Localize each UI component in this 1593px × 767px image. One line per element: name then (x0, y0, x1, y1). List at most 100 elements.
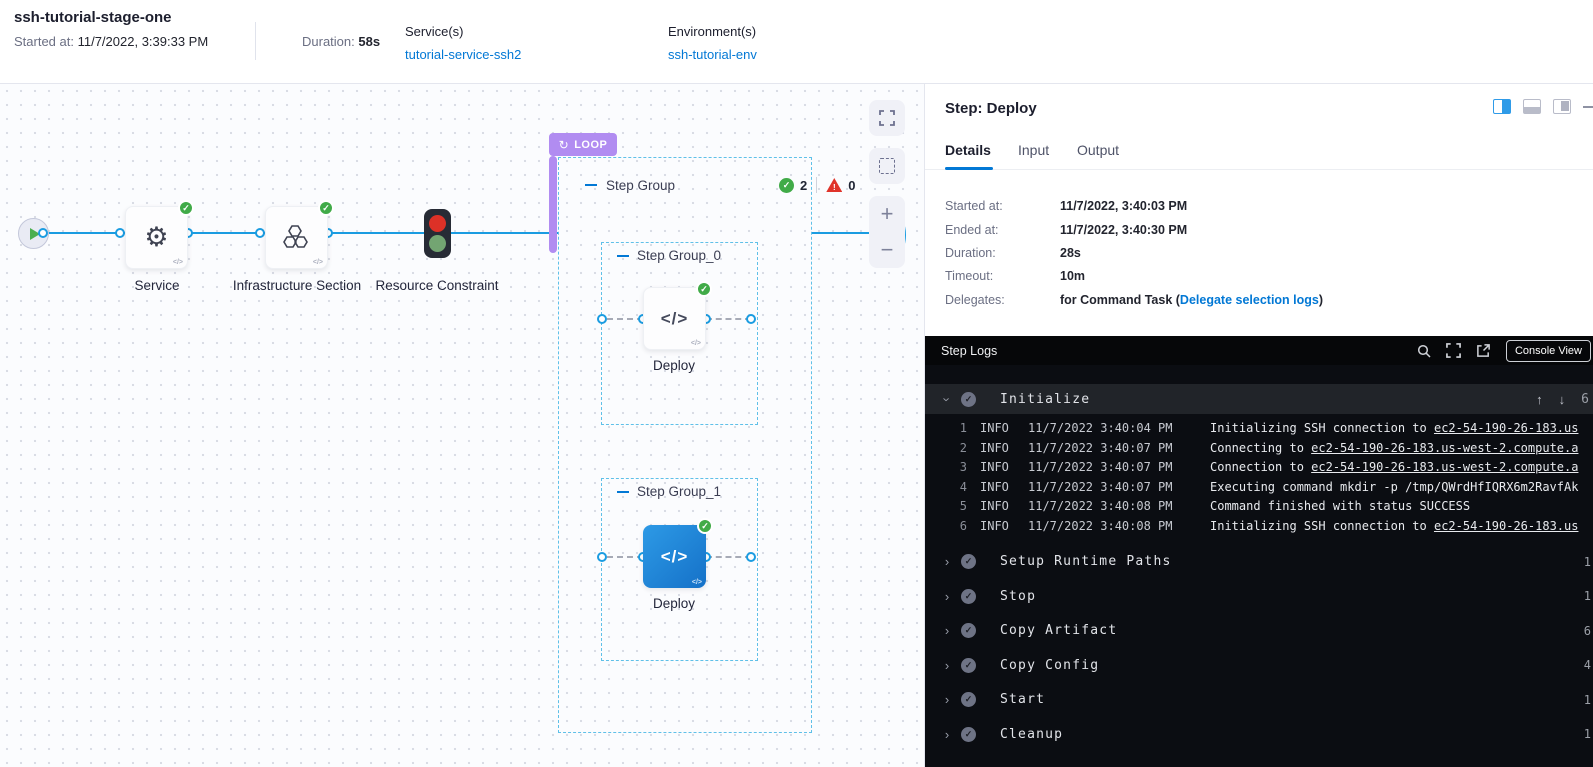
detail-value: 28s (1060, 246, 1580, 260)
loop-icon: ↻ (559, 138, 570, 152)
delegates-pre: for Command Task ( (1060, 293, 1180, 307)
section-name: Cleanup (1000, 727, 1063, 742)
node-resource-constraint[interactable] (424, 209, 451, 258)
node-label-deploy-1: Deploy (609, 594, 739, 613)
open-external-icon[interactable] (1476, 343, 1492, 359)
section-count: 1 (1584, 693, 1591, 707)
line-message: Connection to ec2-54-190-26-183.us-west-… (1210, 460, 1578, 474)
line-message: Executing command mkdir -p /tmp/QWrdHfIQ… (1210, 480, 1578, 494)
log-line: 5 INFO 11/7/2022 3:40:08 PM Command fini… (925, 499, 1593, 519)
line-link[interactable]: ec2-54-190-26-183.us (1434, 421, 1579, 435)
layout-split-right-icon[interactable] (1493, 99, 1511, 114)
environments-label: Environment(s) (668, 24, 757, 39)
marquee-select-button[interactable] (869, 148, 905, 184)
line-link[interactable]: ec2-54-190-26-183.us-west-2.compute.a (1311, 441, 1578, 455)
section-success-icon: ✓ (961, 727, 976, 742)
traffic-red-icon (429, 215, 446, 232)
detail-value: 11/7/2022, 3:40:30 PM (1060, 223, 1580, 237)
step-details-panel: Step: Deploy Details Input Output Starte… (925, 84, 1593, 767)
node-label-resource: Resource Constraint (372, 276, 502, 295)
log-section-start[interactable]: › ✓ Start 1 (925, 683, 1593, 718)
node-service[interactable]: ⚙ </> ✓ (125, 206, 188, 269)
layout-bottom-icon[interactable] (1523, 99, 1541, 114)
console-view-button[interactable]: Console View (1506, 340, 1591, 362)
collapse-icon[interactable] (617, 491, 629, 493)
gear-icon: ⚙ (144, 224, 168, 251)
chevron-right-icon: › (941, 692, 953, 707)
line-time: 11/7/2022 3:40:08 PM (1028, 499, 1173, 513)
tab-output[interactable]: Output (1077, 142, 1119, 158)
scroll-top-icon[interactable]: ↑ (1536, 392, 1543, 407)
collapse-icon[interactable] (585, 184, 597, 186)
code-icon: </> (661, 309, 689, 329)
log-line: 1 INFO 11/7/2022 3:40:04 PM Initializing… (925, 421, 1593, 441)
tab-input[interactable]: Input (1018, 142, 1049, 158)
chevron-right-icon: › (941, 658, 953, 673)
fit-to-screen-button[interactable] (869, 100, 905, 136)
pipeline-canvas[interactable]: ⚙ </> ✓ Service </> ✓ Infrastructure Sec… (0, 84, 925, 767)
line-message: Initializing SSH connection to ec2-54-19… (1210, 421, 1578, 435)
node-label-infrastructure: Infrastructure Section (232, 276, 362, 295)
node-label-service: Service (92, 276, 222, 295)
step-logs-toolbar: Step Logs Console View (925, 336, 1593, 365)
node-deploy-0[interactable]: </> </> ✓ (643, 287, 706, 350)
port (597, 314, 607, 324)
section-name: Copy Config (1000, 658, 1099, 673)
tab-details[interactable]: Details (945, 142, 991, 158)
section-name: Stop (1000, 589, 1036, 604)
log-section-cleanup[interactable]: › ✓ Cleanup 1 (925, 717, 1593, 752)
line-link[interactable]: ec2-54-190-26-183.us (1434, 519, 1579, 533)
step-group-0-header: Step Group_0 (617, 248, 721, 263)
line-link[interactable]: ec2-54-190-26-183.us-west-2.compute.a (1311, 460, 1578, 474)
line-level: INFO (980, 460, 1009, 474)
success-count-icon: ✓ (779, 178, 794, 193)
panel-layout-controls (1493, 99, 1593, 114)
detail-label: Duration: (945, 246, 1055, 260)
stage-title: ssh-tutorial-stage-one (14, 9, 172, 26)
zoom-controls: + − (869, 196, 905, 268)
log-section-stop[interactable]: › ✓ Stop 1 (925, 579, 1593, 614)
step-group-0-label: Step Group_0 (637, 248, 721, 263)
log-section-copy-artifact[interactable]: › ✓ Copy Artifact 6 (925, 614, 1593, 649)
step-group-label: Step Group (606, 178, 675, 193)
duration-label: Duration: (302, 34, 355, 49)
scroll-bottom-icon[interactable]: ↓ (1559, 392, 1566, 407)
chevron-right-icon: › (941, 727, 953, 742)
detail-label: Started at: (945, 199, 1055, 213)
line-time: 11/7/2022 3:40:07 PM (1028, 460, 1173, 474)
log-section-setup-runtime-paths[interactable]: › ✓ Setup Runtime Paths 1 (925, 545, 1593, 580)
layout-right-icon[interactable] (1553, 99, 1571, 114)
environment-link[interactable]: ssh-tutorial-env (668, 47, 757, 62)
port (38, 228, 48, 238)
node-infrastructure[interactable]: </> ✓ (265, 206, 328, 269)
section-name: Start (1000, 692, 1045, 707)
collapsed-log-sections: › ✓ Setup Runtime Paths 1 › ✓ Stop 1 › ✓… (925, 545, 1593, 752)
section-count: 4 (1584, 658, 1591, 672)
expand-logs-icon[interactable] (1446, 343, 1462, 359)
line-number: 3 (941, 460, 967, 474)
search-icon[interactable] (1416, 343, 1432, 359)
log-line: 3 INFO 11/7/2022 3:40:07 PM Connection t… (925, 460, 1593, 480)
chevron-right-icon: › (941, 623, 953, 638)
minimize-icon[interactable] (1583, 106, 1593, 108)
loop-label: LOOP (574, 139, 607, 151)
log-section-copy-config[interactable]: › ✓ Copy Config 4 (925, 648, 1593, 683)
dashed-edge (706, 556, 751, 558)
node-deploy-1-selected[interactable]: </> </> ✓ (643, 525, 706, 588)
service-link[interactable]: tutorial-service-ssh2 (405, 47, 521, 62)
delegate-selection-logs-link[interactable]: Delegate selection logs (1180, 293, 1319, 307)
started-label: Started at: (14, 34, 74, 49)
zoom-out-button[interactable]: − (881, 239, 894, 261)
port (255, 228, 265, 238)
line-time: 11/7/2022 3:40:08 PM (1028, 519, 1173, 533)
step-logs-tools: Console View (1416, 340, 1591, 362)
port (746, 552, 756, 562)
collapse-icon[interactable] (617, 255, 629, 257)
step-group-1-label: Step Group_1 (637, 484, 721, 499)
zoom-in-button[interactable]: + (881, 203, 894, 225)
code-mini-icon: </> (313, 259, 323, 266)
loop-badge: ↻ LOOP (549, 133, 617, 156)
section-success-icon: ✓ (961, 658, 976, 673)
log-section-initialize[interactable]: › ✓ Initialize ↑ ↓ 6 (925, 384, 1593, 414)
dashed-edge (706, 318, 751, 320)
